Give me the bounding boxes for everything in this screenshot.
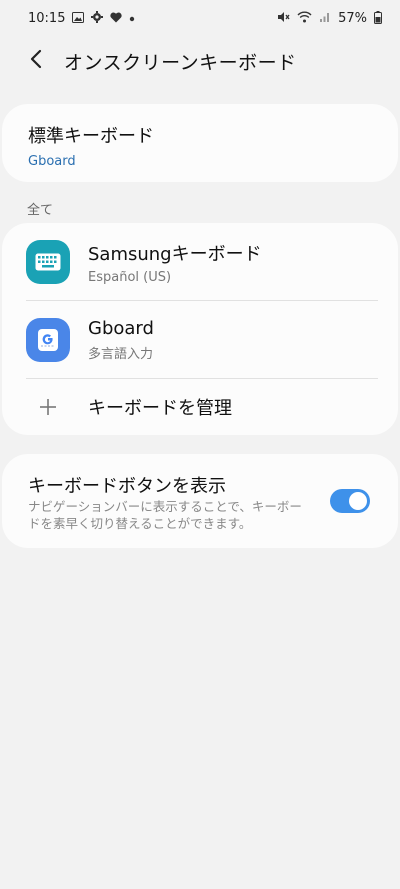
- app-bar: オンスクリーンキーボード: [0, 38, 400, 84]
- keyboard-item-gboard[interactable]: Gboard 多言語入力: [2, 301, 398, 379]
- battery-icon: [374, 10, 382, 26]
- status-left: 10:15: [28, 11, 135, 26]
- status-bar: 10:15 57%: [0, 0, 400, 36]
- signal-icon: [319, 11, 331, 25]
- status-time: 10:15: [28, 10, 66, 26]
- toggle-knob: [349, 492, 367, 510]
- default-keyboard-label: 標準キーボード: [28, 126, 154, 147]
- gear-icon: [91, 11, 104, 25]
- section-label-all: 全て: [27, 203, 54, 218]
- samsung-keyboard-icon: [26, 240, 70, 284]
- status-right: 57%: [277, 10, 382, 26]
- keyboard-button-card[interactable]: キーボードボタンを表示 ナビゲーションバーに表示することで、キーボードを素早く切…: [2, 454, 398, 548]
- keyboard-button-title: キーボードボタンを表示: [28, 476, 226, 497]
- keyboard-button-description: ナビゲーションバーに表示することで、キーボードを素早く切り替えることができます。: [28, 499, 302, 531]
- keyboard-list-card: Samsungキーボード Español (US) Gboard 多言語入力 キ…: [2, 223, 398, 435]
- wifi-icon: [297, 11, 312, 25]
- manage-keyboards-button[interactable]: キーボードを管理: [2, 379, 398, 435]
- page-title: オンスクリーンキーボード: [64, 51, 297, 74]
- mute-icon: [277, 11, 290, 25]
- plus-icon: [26, 398, 70, 416]
- heart-icon: [110, 12, 123, 25]
- back-button[interactable]: [14, 39, 58, 83]
- default-keyboard-value: Gboard: [28, 154, 76, 169]
- manage-keyboards-label: キーボードを管理: [88, 398, 232, 419]
- gallery-icon: [72, 11, 85, 25]
- default-keyboard-card[interactable]: 標準キーボード Gboard: [2, 104, 398, 182]
- battery-percent: 57%: [338, 10, 367, 26]
- dot-icon: [129, 12, 135, 24]
- keyboard-language: 多言語入力: [88, 347, 154, 362]
- keyboard-name: Samsungキーボード: [88, 243, 262, 265]
- keyboard-name: Gboard: [88, 318, 154, 339]
- chevron-left-icon: [30, 49, 42, 73]
- keyboard-item-samsung[interactable]: Samsungキーボード Español (US): [2, 223, 398, 301]
- keyboard-button-toggle[interactable]: [330, 489, 370, 513]
- gboard-icon: [26, 318, 70, 362]
- keyboard-language: Español (US): [88, 269, 172, 285]
